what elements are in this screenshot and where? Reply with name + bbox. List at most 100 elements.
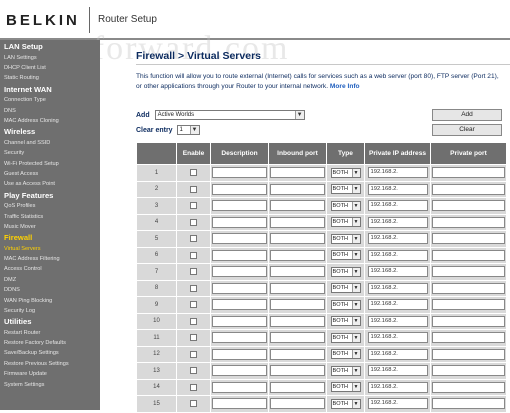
private-ip-input[interactable]: 192.168.2.: [367, 233, 428, 245]
enable-checkbox[interactable]: [190, 301, 197, 309]
protocol-select[interactable]: BOTH ▼: [330, 217, 361, 228]
protocol-select[interactable]: BOTH ▼: [330, 266, 361, 277]
description-input[interactable]: [212, 249, 267, 261]
private-port-input[interactable]: [432, 167, 505, 179]
protocol-select[interactable]: BOTH ▼: [330, 299, 361, 310]
private-port-input[interactable]: [432, 183, 505, 195]
enable-checkbox[interactable]: [190, 367, 197, 375]
sidebar-item-restart-router[interactable]: Restart Router: [0, 328, 100, 338]
sidebar-item-channel-and-ssid[interactable]: Channel and SSID: [0, 138, 100, 148]
sidebar-item-security-log[interactable]: Security Log: [0, 306, 100, 316]
inbound-port-input[interactable]: [270, 398, 325, 410]
protocol-select[interactable]: BOTH ▼: [330, 184, 361, 195]
description-input[interactable]: [212, 266, 267, 278]
add-button[interactable]: Add: [432, 109, 502, 121]
inbound-port-input[interactable]: [270, 332, 325, 344]
sidebar-item-dmz[interactable]: DMZ: [0, 275, 100, 285]
private-port-input[interactable]: [432, 200, 505, 212]
description-input[interactable]: [212, 167, 267, 179]
private-ip-input[interactable]: 192.168.2.: [367, 266, 428, 278]
sidebar-item-access-control[interactable]: Access Control: [0, 264, 100, 274]
inbound-port-input[interactable]: [270, 299, 325, 311]
enable-checkbox[interactable]: [190, 284, 197, 292]
sidebar-item-security[interactable]: Security: [0, 148, 100, 158]
private-ip-input[interactable]: 192.168.2.: [367, 249, 428, 261]
sidebar-item-virtual-servers[interactable]: Virtual Servers: [0, 244, 100, 254]
sidebar-item-dns[interactable]: DNS: [0, 106, 100, 116]
private-port-input[interactable]: [432, 348, 505, 360]
private-port-input[interactable]: [432, 315, 505, 327]
private-ip-input[interactable]: 192.168.2.: [367, 348, 428, 360]
inbound-port-input[interactable]: [270, 216, 325, 228]
sidebar-item-mac-address-cloning[interactable]: MAC Address Cloning: [0, 116, 100, 126]
sidebar-item-mac-address-filtering[interactable]: MAC Address Filtering: [0, 254, 100, 264]
clear-button[interactable]: Clear: [432, 124, 502, 136]
description-input[interactable]: [212, 315, 267, 327]
description-input[interactable]: [212, 332, 267, 344]
inbound-port-input[interactable]: [270, 167, 325, 179]
more-info-link[interactable]: More Info: [330, 83, 360, 90]
description-input[interactable]: [212, 381, 267, 393]
private-ip-input[interactable]: 192.168.2.: [367, 315, 428, 327]
protocol-select[interactable]: BOTH ▼: [330, 365, 361, 376]
private-ip-input[interactable]: 192.168.2.: [367, 398, 428, 410]
protocol-select[interactable]: BOTH ▼: [330, 233, 361, 244]
private-port-input[interactable]: [432, 233, 505, 245]
enable-checkbox[interactable]: [190, 350, 197, 358]
enable-checkbox[interactable]: [190, 235, 197, 243]
enable-checkbox[interactable]: [190, 268, 197, 276]
inbound-port-input[interactable]: [270, 233, 325, 245]
private-ip-input[interactable]: 192.168.2.: [367, 282, 428, 294]
clear-entry-select[interactable]: 1 ▼: [176, 125, 200, 135]
sidebar-item-wan-ping-blocking[interactable]: WAN Ping Blocking: [0, 296, 100, 306]
sidebar-item-static-routing[interactable]: Static Routing: [0, 73, 100, 83]
description-input[interactable]: [212, 216, 267, 228]
enable-checkbox[interactable]: [190, 383, 197, 391]
belkin-logo[interactable]: BELKIN: [6, 12, 80, 29]
description-input[interactable]: [212, 200, 267, 212]
description-input[interactable]: [212, 365, 267, 377]
sidebar-item-ddns[interactable]: DDNS: [0, 285, 100, 295]
private-port-input[interactable]: [432, 266, 505, 278]
sidebar-item-lan-settings[interactable]: LAN Settings: [0, 53, 100, 63]
sidebar-item-connection-type[interactable]: Connection Type: [0, 95, 100, 105]
private-ip-input[interactable]: 192.168.2.: [367, 381, 428, 393]
inbound-port-input[interactable]: [270, 200, 325, 212]
inbound-port-input[interactable]: [270, 315, 325, 327]
protocol-select[interactable]: BOTH ▼: [330, 167, 361, 178]
application-select[interactable]: Active Worlds ▼: [154, 110, 305, 120]
inbound-port-input[interactable]: [270, 348, 325, 360]
sidebar-item-firmware-update[interactable]: Firmware Update: [0, 369, 100, 379]
inbound-port-input[interactable]: [270, 183, 325, 195]
protocol-select[interactable]: BOTH ▼: [330, 250, 361, 261]
private-ip-input[interactable]: 192.168.2.: [367, 216, 428, 228]
sidebar-item-traffic-statistics[interactable]: Traffic Statistics: [0, 212, 100, 222]
enable-checkbox[interactable]: [190, 334, 197, 342]
protocol-select[interactable]: BOTH ▼: [330, 316, 361, 327]
private-ip-input[interactable]: 192.168.2.: [367, 183, 428, 195]
sidebar-item-restore-previous-settings[interactable]: Restore Previous Settings: [0, 359, 100, 369]
sidebar-item-restore-factory-defaults[interactable]: Restore Factory Defaults: [0, 338, 100, 348]
sidebar-item-use-as-access-point[interactable]: Use as Access Point: [0, 179, 100, 189]
enable-checkbox[interactable]: [190, 169, 197, 177]
private-port-input[interactable]: [432, 381, 505, 393]
private-ip-input[interactable]: 192.168.2.: [367, 200, 428, 212]
private-port-input[interactable]: [432, 216, 505, 228]
sidebar-item-dhcp-client-list[interactable]: DHCP Client List: [0, 63, 100, 73]
description-input[interactable]: [212, 183, 267, 195]
protocol-select[interactable]: BOTH ▼: [330, 398, 361, 409]
inbound-port-input[interactable]: [270, 282, 325, 294]
protocol-select[interactable]: BOTH ▼: [330, 382, 361, 393]
inbound-port-input[interactable]: [270, 381, 325, 393]
description-input[interactable]: [212, 398, 267, 410]
sidebar-item-save-backup-settings[interactable]: Save/Backup Settings: [0, 348, 100, 358]
description-input[interactable]: [212, 282, 267, 294]
private-ip-input[interactable]: 192.168.2.: [367, 167, 428, 179]
private-port-input[interactable]: [432, 332, 505, 344]
private-port-input[interactable]: [432, 299, 505, 311]
protocol-select[interactable]: BOTH ▼: [330, 200, 361, 211]
sidebar-item-guest-access[interactable]: Guest Access: [0, 169, 100, 179]
sidebar-item-qos-profiles[interactable]: QoS Profiles: [0, 201, 100, 211]
private-ip-input[interactable]: 192.168.2.: [367, 332, 428, 344]
protocol-select[interactable]: BOTH ▼: [330, 283, 361, 294]
